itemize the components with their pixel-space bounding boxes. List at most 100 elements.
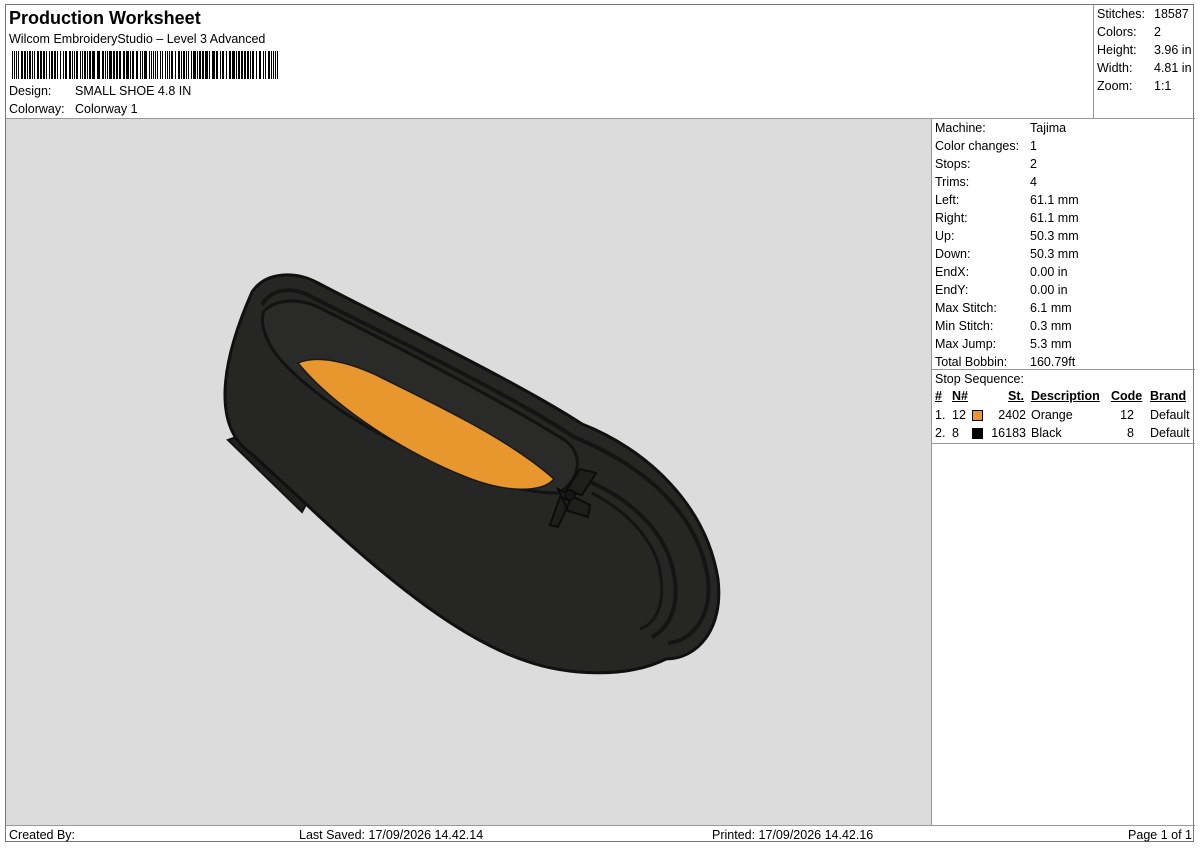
barcode-bar [181, 51, 182, 79]
stop-sequence-title: Stop Sequence: [935, 372, 1024, 386]
barcode-bar [220, 51, 221, 79]
barcode-bar [14, 51, 15, 79]
stat-stitches: Stitches: 18587 [1097, 7, 1189, 21]
machine-row: Machine: Tajima [935, 121, 1066, 135]
design-stats: Stitches: 18587 Colors: 2 Height: 3.96 in W… [1093, 5, 1195, 118]
barcode-bar [193, 51, 196, 79]
stat-value: 3.96 in [1154, 43, 1192, 57]
barcode-bar [40, 51, 42, 79]
barcode-bar [18, 51, 19, 79]
colorway-label: Colorway: [9, 102, 65, 116]
col-header-brand: Brand [1150, 389, 1187, 403]
barcode-bar [205, 51, 208, 79]
barcode-bar [244, 51, 246, 79]
barcode-bar [268, 51, 270, 79]
stat-value: 18587 [1154, 7, 1189, 21]
shoe-embroidery-image [223, 273, 721, 675]
barcode-bar [275, 51, 276, 79]
col-header-index: # [935, 389, 942, 403]
min-stitch-row: Min Stitch: 0.3 mm [935, 319, 1072, 333]
row-index: 1. [935, 408, 946, 422]
barcode-bar [140, 51, 141, 79]
barcode-bar [226, 51, 227, 79]
barcode-bar [109, 51, 112, 79]
barcode-bar [250, 51, 251, 79]
info-label: Trims: [935, 175, 970, 189]
barcode-bar [178, 51, 180, 79]
barcode-bar [236, 51, 237, 79]
footer: Created By: Last Saved: 17/09/2026 14.42… [6, 825, 1195, 843]
barcode-bar [51, 51, 53, 79]
last-saved: Last Saved: 17/09/2026 14.42.14 [299, 828, 484, 842]
stat-value: 1:1 [1154, 79, 1172, 93]
stat-width: Width: 4.81 in [1097, 61, 1192, 75]
info-label: Min Stitch: [935, 319, 994, 333]
barcode-bar [259, 51, 261, 79]
barcode-bar [199, 51, 201, 79]
barcode-bar [165, 51, 166, 79]
page-title: Production Worksheet [9, 8, 201, 28]
barcode-bar [84, 51, 86, 79]
info-label: Down: [935, 247, 971, 261]
max-jump-row: Max Jump: 5.3 mm [935, 337, 1072, 351]
barcode-bar [65, 51, 67, 79]
barcode-bar [155, 51, 156, 79]
info-value: 2 [1030, 157, 1037, 171]
info-value: 61.1 mm [1030, 193, 1079, 207]
barcode-bar [183, 51, 185, 79]
info-value: 160.79ft [1030, 355, 1076, 369]
design-preview [6, 118, 932, 825]
barcode-bar [113, 51, 115, 79]
stat-height: Height: 3.96 in [1097, 43, 1192, 57]
col-header-needle: N# [952, 389, 968, 403]
page-number: Page 1 of 1 [1128, 828, 1192, 842]
barcode-bar [12, 51, 13, 79]
info-label: EndY: [935, 283, 969, 297]
barcode-bar [49, 51, 50, 79]
colorway-value: Colorway 1 [75, 102, 138, 116]
thread-color-swatch [972, 428, 983, 439]
barcode-bar [123, 51, 125, 79]
barcode-bar [57, 51, 58, 79]
col-header-stitches: St. [1008, 389, 1024, 403]
endy-row: EndY: 0.00 in [935, 283, 1068, 297]
info-label: Right: [935, 211, 968, 225]
col-header-description: Description [1031, 389, 1100, 403]
barcode-bar [72, 51, 73, 79]
barcode-bar [188, 51, 189, 79]
info-value: 50.3 mm [1030, 247, 1079, 261]
barcode-bar [144, 51, 147, 79]
info-label: Color changes: [935, 139, 1020, 153]
barcode-bar [132, 51, 134, 79]
trims-row: Trims: 4 [935, 175, 1037, 189]
machine-info-panel: Machine: Tajima Color changes: 1 Stops: 2 T… [932, 118, 1195, 825]
design-row: Design: SMALL SHOE 4.8 IN [9, 84, 191, 98]
stat-label: Stitches: [1097, 7, 1145, 21]
barcode-bar [175, 51, 176, 79]
stop-sequence-table: Stop Sequence: # N# St. Description Code… [932, 369, 1195, 444]
info-value: Tajima [1030, 121, 1067, 135]
stat-value: 2 [1154, 25, 1161, 39]
barcode-bar [102, 51, 104, 79]
barcode-bar [54, 51, 56, 79]
row-needle: 8 [952, 426, 959, 440]
barcode-bar [87, 51, 88, 79]
barcode-bar [162, 51, 163, 79]
barcode-bar [216, 51, 218, 79]
stat-label: Height: [1097, 43, 1137, 57]
info-value: 6.1 mm [1030, 301, 1072, 315]
color-changes-row: Color changes: 1 [935, 139, 1037, 153]
barcode-bar [60, 51, 61, 79]
barcode-bar [21, 51, 23, 79]
barcode-bar [167, 51, 168, 79]
max-stitch-row: Max Stitch: 6.1 mm [935, 301, 1072, 315]
barcode-bar [263, 51, 264, 79]
barcode-bar [169, 51, 170, 79]
barcode-bar [63, 51, 64, 79]
row-stitches: 2402 [998, 408, 1026, 422]
info-label: Up: [935, 229, 955, 243]
barcode-bar [151, 51, 152, 79]
barcode-bar [265, 51, 266, 79]
endx-row: EndX: 0.00 in [935, 265, 1068, 279]
info-value: 0.00 in [1030, 283, 1068, 297]
